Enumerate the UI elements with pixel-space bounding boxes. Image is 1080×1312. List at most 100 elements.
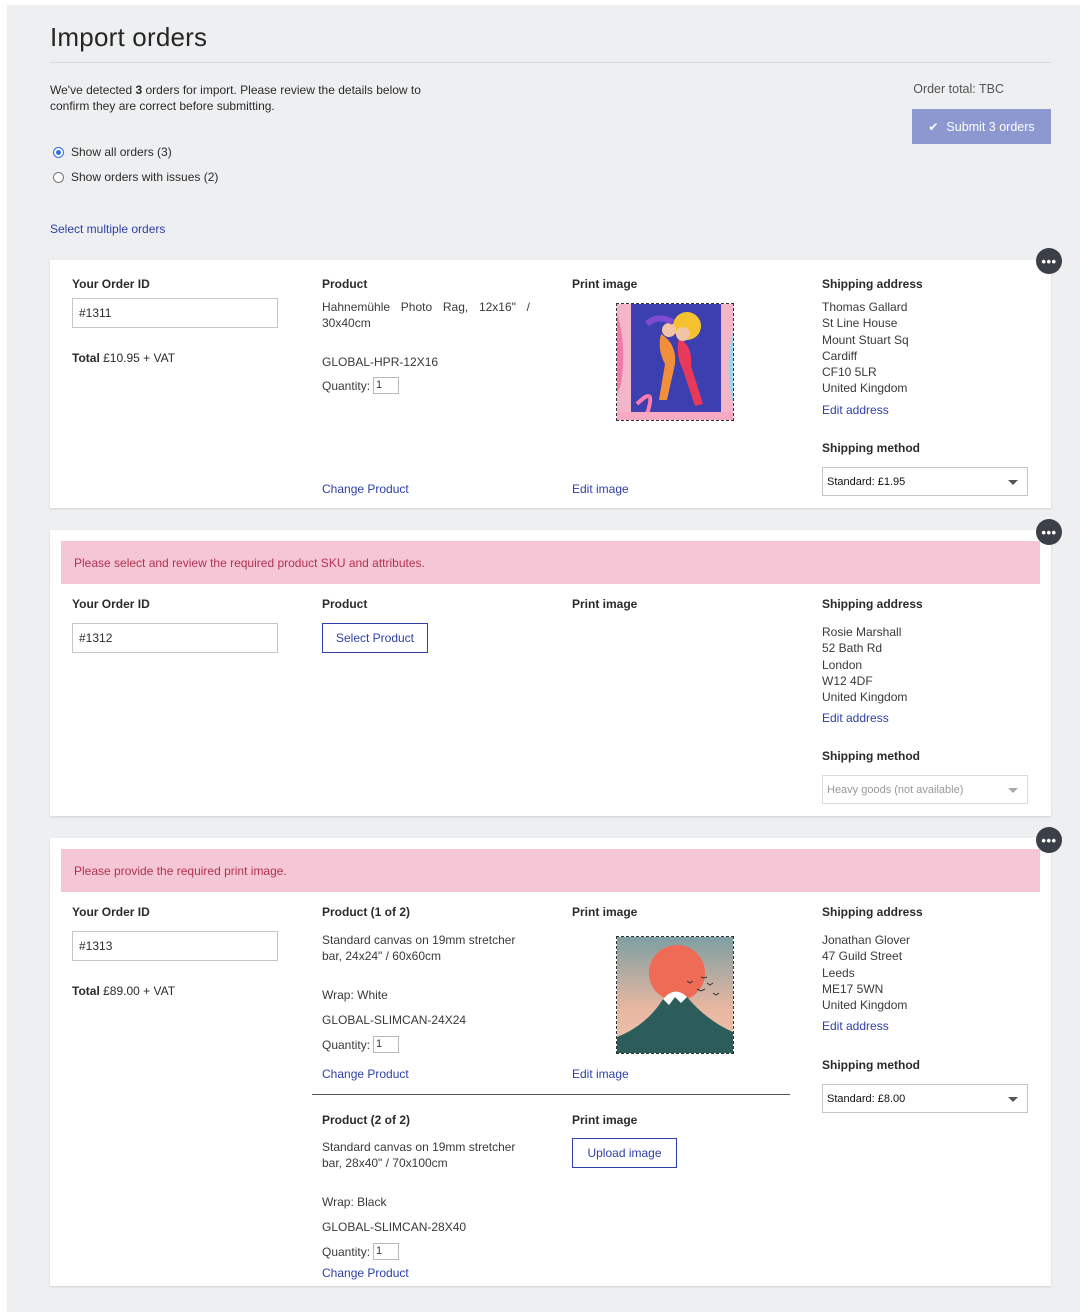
quantity-field: Quantity: 1 xyxy=(322,1036,400,1053)
edit-image-link[interactable]: Edit image xyxy=(572,482,629,496)
vat-label: + VAT xyxy=(139,984,176,998)
change-product-link[interactable]: Change Product xyxy=(322,482,409,496)
order-card-1312: Please select and review the required pr… xyxy=(50,530,1051,816)
shipping-address: Rosie Marshall 52 Bath Rd London W12 4DF… xyxy=(822,624,907,705)
shipping-method-select[interactable]: Standard: £1.95 xyxy=(822,467,1028,496)
total-value: £10.95 xyxy=(103,351,140,365)
quantity-input[interactable]: 1 xyxy=(373,1036,400,1053)
shipping-method-select[interactable]: Standard: £8.00 xyxy=(822,1084,1028,1113)
title-divider xyxy=(50,62,1051,63)
print-image-thumbnail[interactable] xyxy=(616,303,734,421)
quantity-label: Quantity: xyxy=(322,1244,371,1259)
ellipsis-icon: ••• xyxy=(1041,832,1057,848)
radio-show-issues[interactable] xyxy=(53,171,64,183)
shipping-address: Jonathan Glover 47 Guild Street Leeds ME… xyxy=(822,932,910,1013)
filter-show-issues[interactable]: Show orders with issues (2) xyxy=(53,170,218,184)
ellipsis-icon: ••• xyxy=(1041,253,1057,269)
order-total-line: Total £89.00 + VAT xyxy=(72,984,175,998)
address-line: Thomas Gallard xyxy=(822,300,908,314)
shipping-address-heading: Shipping address xyxy=(822,905,923,919)
shipping-address-heading: Shipping address xyxy=(822,597,923,611)
submit-orders-button[interactable]: ✔ Submit 3 orders xyxy=(912,109,1051,144)
ellipsis-icon: ••• xyxy=(1041,524,1057,540)
product-wrap: Wrap: White xyxy=(322,988,388,1002)
address-line: Jonathan Glover xyxy=(822,933,911,947)
radio-show-all[interactable] xyxy=(53,146,64,158)
quantity-input[interactable]: 1 xyxy=(373,377,400,394)
quantity-label: Quantity: xyxy=(322,378,371,393)
address-line: London xyxy=(822,657,863,672)
change-product-link[interactable]: Change Product xyxy=(322,1266,409,1280)
address-line: Mount Stuart Sq xyxy=(822,332,909,347)
order-total-line: Total £10.95 + VAT xyxy=(72,351,175,365)
filter-show-issues-label: Show orders with issues (2) xyxy=(71,170,219,184)
order-card-1313: Please provide the required print image.… xyxy=(50,838,1051,1286)
intro-prefix: We've detected xyxy=(50,83,136,97)
mountain-artwork xyxy=(617,937,733,1053)
product-heading: Product (2 of 2) xyxy=(322,1113,411,1127)
print-image-heading: Print image xyxy=(572,1113,638,1127)
chevron-down-icon xyxy=(1008,480,1018,485)
address-line: CF10 5LR xyxy=(822,365,877,380)
order-more-options-button[interactable]: ••• xyxy=(1036,827,1062,853)
product-description: Standard canvas on 19mm stretcher bar, 2… xyxy=(322,933,516,963)
shipping-address: Thomas Gallard St Line House Mount Stuar… xyxy=(822,299,909,397)
submit-label: Submit 3 orders xyxy=(946,119,1035,134)
product-description: Standard canvas on 19mm stretcher bar, 2… xyxy=(322,1140,516,1170)
address-line: Leeds xyxy=(822,965,855,980)
order-id-heading: Your Order ID xyxy=(72,905,150,919)
order-id-input[interactable]: #1313 xyxy=(72,931,278,961)
print-image-heading: Print image xyxy=(572,597,638,611)
address-line: United Kingdom xyxy=(822,690,908,705)
order-alert: Please select and review the required pr… xyxy=(61,541,1040,584)
address-line: United Kingdom xyxy=(822,998,908,1013)
edit-address-link[interactable]: Edit address xyxy=(822,403,889,417)
quantity-field: Quantity: 1 xyxy=(322,1243,400,1260)
filter-show-all-label: Show all orders (3) xyxy=(71,145,172,159)
vat-label: + VAT xyxy=(139,351,176,365)
product-sku: GLOBAL-SLIMCAN-28X40 xyxy=(322,1220,467,1234)
address-line: Rosie Marshall xyxy=(822,625,902,639)
shipping-method-value: Standard: £8.00 xyxy=(827,1092,906,1105)
product-heading: Product xyxy=(322,277,368,291)
order-more-options-button[interactable]: ••• xyxy=(1036,519,1062,545)
edit-image-link[interactable]: Edit image xyxy=(572,1067,629,1081)
shipping-method-heading: Shipping method xyxy=(822,1058,920,1072)
quantity-field: Quantity: 1 xyxy=(322,377,400,394)
quantity-label: Quantity: xyxy=(322,1037,371,1052)
address-line: United Kingdom xyxy=(822,381,908,396)
product-heading: Product xyxy=(322,597,368,611)
edit-address-link[interactable]: Edit address xyxy=(822,1019,889,1033)
page-title: Import orders xyxy=(50,22,208,52)
order-more-options-button[interactable]: ••• xyxy=(1036,248,1062,274)
print-image-heading: Print image xyxy=(572,277,638,291)
change-product-link[interactable]: Change Product xyxy=(322,1067,409,1081)
product-description: Hahnemühle Photo Rag, 12x16" / 30x40cm xyxy=(322,300,530,330)
address-line: ME17 5WN xyxy=(822,981,884,996)
chevron-down-icon xyxy=(1008,1097,1018,1102)
filter-show-all[interactable]: Show all orders (3) xyxy=(53,145,172,159)
order-id-input[interactable]: #1311 xyxy=(72,298,278,328)
upload-image-button[interactable]: Upload image xyxy=(572,1138,677,1168)
order-id-input[interactable]: #1312 xyxy=(72,623,278,653)
print-image-thumbnail[interactable] xyxy=(616,936,734,1054)
page: Import orders We've detected 3 orders fo… xyxy=(7,5,1080,1312)
address-line: St Line House xyxy=(822,316,898,331)
product-wrap: Wrap: Black xyxy=(322,1195,387,1209)
total-value: £89.00 xyxy=(103,984,140,998)
edit-address-link[interactable]: Edit address xyxy=(822,711,889,725)
shipping-method-value: Heavy goods (not available) xyxy=(827,783,964,796)
select-multiple-orders-link[interactable]: Select multiple orders xyxy=(50,222,165,236)
order-id-heading: Your Order ID xyxy=(72,597,150,611)
shipping-method-heading: Shipping method xyxy=(822,749,920,763)
order-total: Order total: TBC xyxy=(913,82,1004,96)
order-alert: Please provide the required print image. xyxy=(61,849,1040,892)
product-heading: Product (1 of 2) xyxy=(322,905,411,919)
product-divider xyxy=(312,1094,790,1095)
shipping-method-value: Standard: £1.95 xyxy=(827,475,906,488)
select-product-button[interactable]: Select Product xyxy=(322,623,428,653)
product-sku: GLOBAL-SLIMCAN-24X24 xyxy=(322,1013,467,1027)
address-line: Cardiff xyxy=(822,348,858,363)
quantity-input[interactable]: 1 xyxy=(373,1243,400,1260)
shipping-address-heading: Shipping address xyxy=(822,277,923,291)
